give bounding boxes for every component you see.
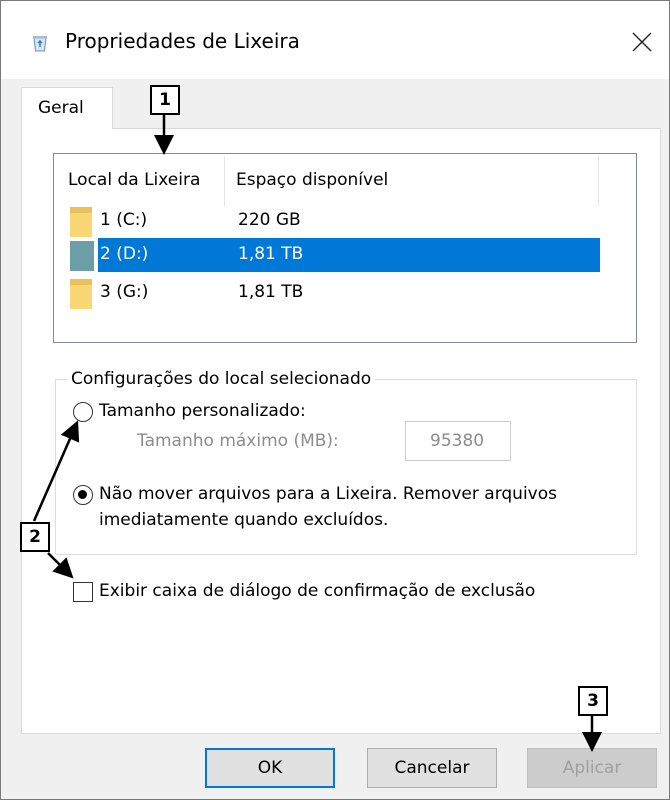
no-move-label-line1[interactable]: Não mover arquivos para a Lixeira. Remov… <box>99 484 557 504</box>
list-header: Local da Lixeira Espaço disponível <box>54 154 636 208</box>
max-size-input[interactable]: 95380 <box>405 421 511 461</box>
window-title: Propriedades de Lixeira <box>65 29 300 53</box>
custom-size-label[interactable]: Tamanho personalizado: <box>99 401 306 421</box>
tab-geral[interactable]: Geral <box>21 87 113 129</box>
no-move-label-line2[interactable]: imediatamente quando excluídos. <box>99 510 388 530</box>
recycle-bin-locations-list[interactable]: Local da Lixeira Espaço disponível 1 (C:… <box>53 153 637 343</box>
drive-space: 1,81 TB <box>238 282 304 302</box>
callout-3: 3 <box>578 686 608 716</box>
list-item-drive-d[interactable]: 2 (D:) 1,81 TB <box>70 238 600 272</box>
column-divider <box>224 156 225 206</box>
list-item-drive-g[interactable]: 3 (G:) 1,81 TB <box>70 276 600 310</box>
folder-icon <box>70 279 92 309</box>
column-divider <box>598 156 599 206</box>
group-title: Configurações do local selecionado <box>67 369 376 389</box>
recycle-bin-icon <box>31 34 49 52</box>
callout-1: 1 <box>150 85 180 115</box>
callout-2: 2 <box>20 522 50 552</box>
close-button[interactable] <box>621 21 663 63</box>
drive-location: 1 (C:) <box>100 210 148 230</box>
folder-icon <box>70 241 94 271</box>
drive-location: 3 (G:) <box>100 282 149 302</box>
drive-space: 1,81 TB <box>238 244 304 264</box>
folder-icon <box>70 207 92 237</box>
custom-size-radio[interactable] <box>73 402 93 422</box>
selection-highlight <box>98 238 600 272</box>
list-item-drive-c[interactable]: 1 (C:) 220 GB <box>70 204 600 238</box>
close-icon <box>632 32 652 52</box>
cancel-button[interactable]: Cancelar <box>367 748 497 788</box>
column-header-location[interactable]: Local da Lixeira <box>68 154 200 208</box>
ok-button[interactable]: OK <box>205 748 335 788</box>
max-size-label: Tamanho máximo (MB): <box>137 431 339 451</box>
column-header-space[interactable]: Espaço disponível <box>236 154 388 208</box>
no-move-radio[interactable] <box>73 485 93 505</box>
title-bar: Propriedades de Lixeira <box>1 1 669 79</box>
confirm-delete-label[interactable]: Exibir caixa de diálogo de confirmação d… <box>99 581 535 601</box>
drive-space: 220 GB <box>238 210 301 230</box>
drive-location: 2 (D:) <box>100 244 149 264</box>
radio-selected-dot <box>78 490 87 499</box>
apply-button[interactable]: Aplicar <box>527 748 657 788</box>
properties-window: Propriedades de Lixeira Geral Local da L… <box>0 0 670 800</box>
confirm-delete-checkbox[interactable] <box>73 582 93 602</box>
